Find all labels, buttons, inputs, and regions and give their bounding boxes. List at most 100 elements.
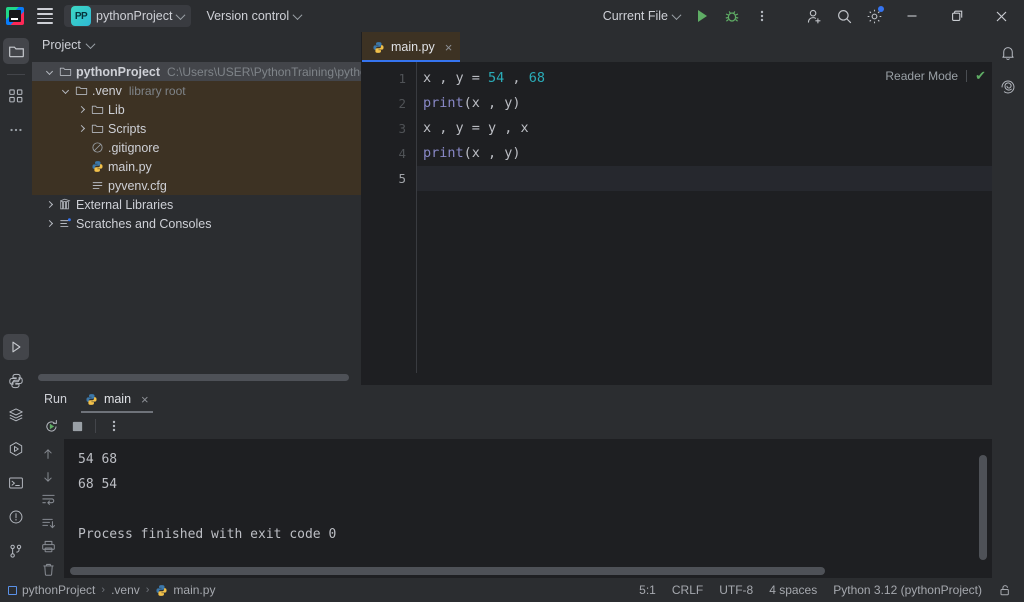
trash-icon[interactable] <box>37 561 59 578</box>
caret-position[interactable]: 5:1 <box>639 583 656 597</box>
breadcrumb-item[interactable]: .venv <box>111 583 140 597</box>
code-token: (x , y) <box>463 145 521 161</box>
project-tree[interactable]: pythonProject C:\Users\USER\PythonTrainin… <box>32 58 361 371</box>
console-hscrollbar-thumb[interactable] <box>70 567 825 575</box>
code-line[interactable] <box>417 166 992 191</box>
tree-node-scratches-and-consoles[interactable]: Scratches and Consoles <box>32 214 361 233</box>
sidebar-item-problems[interactable] <box>3 504 29 530</box>
stop-icon[interactable] <box>66 415 88 437</box>
tree-node--venv[interactable]: .venv library root <box>32 81 361 100</box>
chevron-right-icon[interactable] <box>42 200 56 209</box>
editor-code[interactable]: x , y = 54 , 68 print(x , y) x , y = y , x… <box>417 62 992 373</box>
arrow-down-icon[interactable] <box>37 468 59 485</box>
run-tab-main[interactable]: main × <box>80 385 153 413</box>
chevron-right-icon[interactable] <box>74 124 88 133</box>
sidebar-item-terminal[interactable] <box>3 470 29 496</box>
code-token: (x , y) <box>463 95 521 111</box>
code-token: , <box>504 70 529 86</box>
print-icon[interactable] <box>37 538 59 555</box>
scratches-icon <box>56 217 74 230</box>
run-toolbar <box>32 413 992 439</box>
sidebar-item-project[interactable] <box>3 38 29 64</box>
console-hscrollbar-track[interactable] <box>64 564 992 578</box>
more-options-icon[interactable] <box>747 0 777 32</box>
breadcrumb-item[interactable]: pythonProject <box>8 583 95 597</box>
sidebar-item-more[interactable] <box>3 117 29 143</box>
code-token: 68 <box>528 70 545 86</box>
tree-node-label: External Libraries <box>76 197 174 212</box>
project-tool-window: Project pythonProject C:\Users\USER\Pytho… <box>32 32 362 385</box>
more-options-icon[interactable] <box>103 415 125 437</box>
sidebar-item-database[interactable] <box>3 402 29 428</box>
editor-gutter[interactable]: 1 2 3 4 5 <box>362 62 417 373</box>
version-control-label: Version control <box>206 9 290 23</box>
tree-node-lib[interactable]: Lib <box>32 100 361 119</box>
code-line[interactable]: print(x , y) <box>417 141 992 166</box>
rerun-icon[interactable] <box>40 415 62 437</box>
unlocked-icon[interactable] <box>998 583 1012 597</box>
indent-setting[interactable]: 4 spaces <box>769 583 817 597</box>
hamburger-menu-icon[interactable] <box>30 0 60 32</box>
reader-mode-widget[interactable]: Reader Mode ✔ <box>885 68 986 84</box>
close-icon[interactable]: × <box>445 40 453 55</box>
scroll-to-end-icon[interactable] <box>37 515 59 532</box>
project-hscrollbar-thumb[interactable] <box>38 374 349 381</box>
folder-icon <box>88 103 106 116</box>
line-separator[interactable]: CRLF <box>672 583 703 597</box>
maximize-icon[interactable] <box>934 0 979 32</box>
gitignore-icon <box>88 141 106 154</box>
breadcrumb[interactable]: pythonProject › .venv › main.py <box>8 583 215 597</box>
editor-code-area[interactable]: 12345 x , y = 54 , 68 print(x , y) x , y =… <box>362 62 992 373</box>
line-number: 3 <box>398 121 406 136</box>
close-icon[interactable] <box>979 0 1024 32</box>
project-selector[interactable]: PP pythonProject <box>64 5 192 27</box>
chevron-right-icon[interactable] <box>42 219 56 228</box>
tree-node--gitignore[interactable]: .gitignore <box>32 138 361 157</box>
ai-spiral-icon[interactable] <box>995 74 1021 100</box>
sidebar-item-run[interactable] <box>3 334 29 360</box>
editor-tab-main-py[interactable]: main.py × <box>362 32 461 62</box>
file-encoding[interactable]: UTF-8 <box>719 583 753 597</box>
notifications-bell-icon[interactable] <box>995 40 1021 66</box>
close-icon[interactable]: × <box>141 392 149 407</box>
tree-node-pyvenv-cfg[interactable]: pyvenv.cfg <box>32 176 361 195</box>
soft-wrap-icon[interactable] <box>37 491 59 508</box>
intellij-logo-icon <box>0 0 30 32</box>
debug-icon[interactable] <box>717 0 747 32</box>
folder-icon <box>56 65 74 78</box>
console-vscrollbar-thumb[interactable] <box>979 455 987 560</box>
chevron-down-icon <box>85 38 96 49</box>
chevron-right-icon[interactable] <box>74 105 88 114</box>
run-configuration-selector[interactable]: Current File <box>596 5 687 27</box>
tree-node-external-libraries[interactable]: External Libraries <box>32 195 361 214</box>
arrow-up-icon[interactable] <box>37 445 59 462</box>
sidebar-item-version-control[interactable] <box>3 538 29 564</box>
breadcrumb-item[interactable]: main.py <box>155 583 215 597</box>
sidebar-item-structure[interactable] <box>3 83 29 109</box>
code-line[interactable]: x , y = y , x <box>417 116 992 141</box>
tree-node-scripts[interactable]: Scripts <box>32 119 361 138</box>
python-icon <box>88 160 106 173</box>
tree-node-main-py[interactable]: main.py <box>32 157 361 176</box>
project-hscrollbar-track[interactable] <box>32 371 361 385</box>
chevron-down-icon[interactable] <box>58 86 72 95</box>
add-user-icon[interactable] <box>799 0 829 32</box>
tree-node-pythonproject[interactable]: pythonProject C:\Users\USER\PythonTrainin… <box>32 62 361 81</box>
sidebar-item-python-console[interactable] <box>3 368 29 394</box>
inspection-check-icon[interactable]: ✔ <box>975 68 986 84</box>
sidebar-item-services[interactable] <box>3 436 29 462</box>
version-control-widget[interactable]: Version control <box>199 5 308 27</box>
code-line[interactable]: print(x , y) <box>417 91 992 116</box>
run-icon[interactable] <box>687 0 717 32</box>
run-console-output[interactable]: 54 68 68 54 Process finished with exit co… <box>64 439 992 578</box>
run-panel-title: Run <box>44 392 67 406</box>
tree-node-label: Scripts <box>108 121 147 136</box>
minimize-icon[interactable] <box>889 0 934 32</box>
breadcrumb-label: .venv <box>111 583 140 597</box>
project-panel-header[interactable]: Project <box>32 32 361 58</box>
chevron-down-icon[interactable] <box>42 67 56 76</box>
tree-node-hint: C:\Users\USER\PythonTraining\pythonProje… <box>167 64 361 79</box>
search-icon[interactable] <box>829 0 859 32</box>
settings-gear-icon[interactable] <box>859 0 889 32</box>
python-interpreter[interactable]: Python 3.12 (pythonProject) <box>833 583 982 597</box>
